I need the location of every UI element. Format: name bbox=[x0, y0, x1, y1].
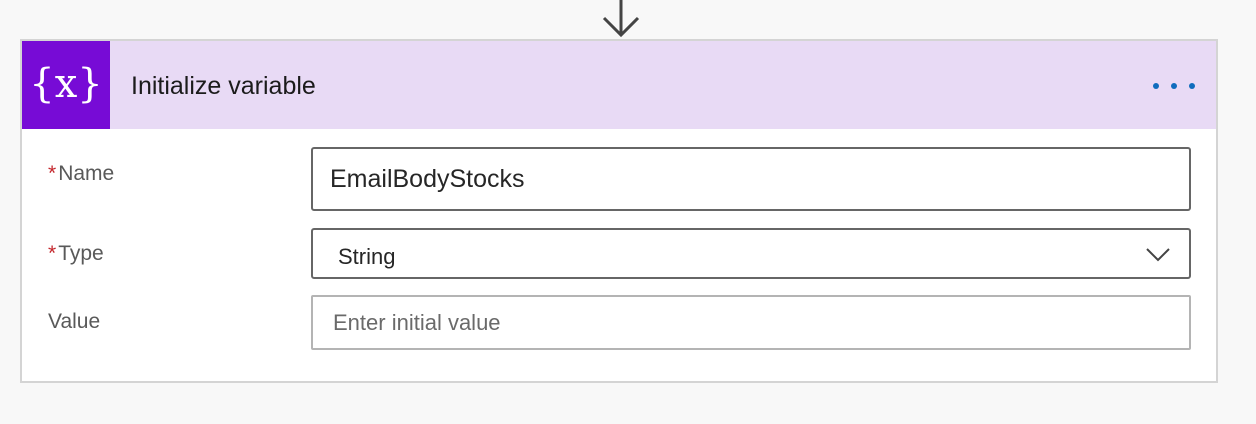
type-selected-value: String bbox=[338, 244, 396, 269]
name-input[interactable] bbox=[313, 149, 1189, 209]
card-header[interactable]: {x} Initialize variable bbox=[22, 41, 1216, 129]
value-label: Value bbox=[48, 309, 100, 335]
type-label-text: Type bbox=[58, 242, 104, 265]
name-field[interactable] bbox=[311, 147, 1191, 211]
value-field[interactable] bbox=[311, 295, 1191, 350]
required-asterisk: * bbox=[48, 242, 57, 265]
required-asterisk: * bbox=[48, 162, 57, 185]
initialize-variable-card: {x} Initialize variable *Name *Type Stri… bbox=[20, 39, 1218, 383]
variable-icon-box: {x} bbox=[22, 41, 110, 129]
svg-text:{x}: {x} bbox=[29, 61, 102, 107]
name-label: *Name bbox=[48, 161, 114, 187]
value-input[interactable] bbox=[313, 297, 1189, 348]
type-label: *Type bbox=[48, 241, 104, 267]
name-label-text: Name bbox=[58, 162, 115, 185]
variable-braces-icon: {x} bbox=[29, 61, 102, 107]
type-dropdown[interactable]: String bbox=[311, 228, 1191, 279]
value-label-text: Value bbox=[48, 310, 101, 333]
chevron-down-icon bbox=[1146, 248, 1170, 262]
card-title: Initialize variable bbox=[131, 72, 316, 100]
arrow-down-icon bbox=[602, 0, 640, 38]
more-options-icon[interactable] bbox=[1146, 71, 1202, 101]
